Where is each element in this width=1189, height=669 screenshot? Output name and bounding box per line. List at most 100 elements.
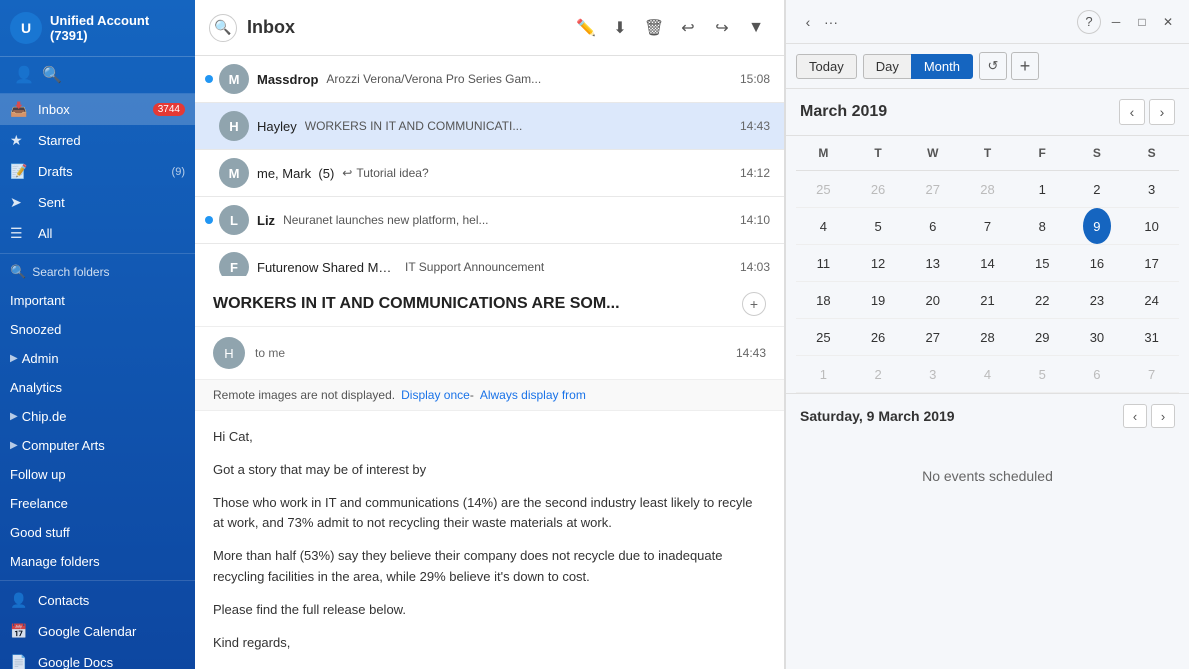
sidebar-item-all[interactable]: ☰ All bbox=[0, 218, 195, 249]
calendar-day[interactable]: 28 bbox=[960, 171, 1015, 207]
calendar-day[interactable]: 27 bbox=[905, 319, 960, 355]
calendar-back-button[interactable]: ‹ bbox=[796, 10, 820, 34]
email-row[interactable]: H Hayley WORKERS IN IT AND COMMUNICATI..… bbox=[195, 103, 784, 150]
sidebar-item-analytics[interactable]: Analytics bbox=[0, 373, 195, 402]
calendar-day[interactable]: 3 bbox=[1124, 171, 1179, 207]
calendar-day[interactable]: 2 bbox=[1070, 171, 1125, 207]
calendar-day[interactable]: 21 bbox=[960, 282, 1015, 318]
calendar-day[interactable]: 19 bbox=[851, 282, 906, 318]
sidebar-item-good-stuff[interactable]: Good stuff bbox=[0, 518, 195, 547]
sidebar-item-admin[interactable]: ▶ Admin bbox=[0, 344, 195, 373]
reply-button[interactable]: ↩ bbox=[674, 14, 702, 42]
calendar-day[interactable]: 17 bbox=[1124, 245, 1179, 281]
next-day-button[interactable]: › bbox=[1151, 404, 1175, 428]
sender-name: Massdrop bbox=[257, 72, 318, 87]
today-button[interactable]: Today bbox=[796, 54, 857, 79]
calendar-day[interactable]: 23 bbox=[1070, 282, 1125, 318]
calendar-day[interactable]: 6 bbox=[1070, 356, 1125, 392]
calendar-day[interactable]: 5 bbox=[1015, 356, 1070, 392]
sidebar-item-inbox[interactable]: 📥 Inbox 3744 bbox=[0, 94, 195, 125]
calendar-day[interactable]: 7 bbox=[960, 208, 1015, 244]
day-button[interactable]: Day bbox=[863, 54, 911, 79]
month-button[interactable]: Month bbox=[911, 54, 973, 79]
sidebar-item-chip-de[interactable]: ▶ Chip.de bbox=[0, 402, 195, 431]
calendar-day[interactable]: 4 bbox=[796, 208, 851, 244]
search-folders-row[interactable]: 🔍 Search folders bbox=[0, 258, 195, 286]
sidebar-item-follow-up[interactable]: Follow up bbox=[0, 460, 195, 489]
calendar-day[interactable]: 24 bbox=[1124, 282, 1179, 318]
next-month-button[interactable]: › bbox=[1149, 99, 1175, 125]
calendar-day[interactable]: 3 bbox=[905, 356, 960, 392]
calendar-day[interactable]: 10 bbox=[1124, 208, 1179, 244]
email-subject: IT Support Announcement bbox=[405, 260, 732, 274]
avatar: F bbox=[219, 252, 249, 276]
calendar-day[interactable]: 12 bbox=[851, 245, 906, 281]
calendar-day[interactable]: 25 bbox=[796, 319, 851, 355]
download-button[interactable]: ⬇ bbox=[606, 14, 634, 42]
email-row[interactable]: L Liz Neuranet launches new platform, he… bbox=[195, 197, 784, 244]
sidebar-item-drafts[interactable]: 📝 Drafts (9) bbox=[0, 156, 195, 187]
email-row[interactable]: F Futurenow Shared Mailbox IT Support An… bbox=[195, 244, 784, 276]
sidebar-item-important[interactable]: Important bbox=[0, 286, 195, 315]
compose-button[interactable]: ✏️ bbox=[572, 14, 600, 42]
calendar-day[interactable]: 27 bbox=[905, 171, 960, 207]
email-row[interactable]: M Massdrop Arozzi Verona/Verona Pro Seri… bbox=[195, 56, 784, 103]
calendar-day[interactable]: 20 bbox=[905, 282, 960, 318]
calendar-day[interactable]: 30 bbox=[1070, 319, 1125, 355]
sidebar-item-google-docs[interactable]: 📄 Google Docs bbox=[0, 647, 195, 669]
calendar-more-button[interactable]: ··· bbox=[824, 14, 838, 30]
calendar-day[interactable]: 25 bbox=[796, 171, 851, 207]
sidebar-item-label: Computer Arts bbox=[22, 438, 185, 453]
more-button[interactable]: ▼ bbox=[742, 14, 770, 42]
always-display-link[interactable]: Always display from bbox=[480, 388, 586, 402]
add-tag-button[interactable]: + bbox=[742, 292, 766, 316]
calendar-day[interactable]: 1 bbox=[1015, 171, 1070, 207]
calendar-day[interactable]: 1 bbox=[796, 356, 851, 392]
maximize-button[interactable]: □ bbox=[1131, 11, 1153, 33]
calendar-day[interactable]: 4 bbox=[960, 356, 1015, 392]
calendar-day[interactable]: 22 bbox=[1015, 282, 1070, 318]
calendar-day[interactable]: 6 bbox=[905, 208, 960, 244]
calendar-day[interactable]: 7 bbox=[1124, 356, 1179, 392]
calendar-day[interactable]: 16 bbox=[1070, 245, 1125, 281]
sidebar-item-sent[interactable]: ➤ Sent bbox=[0, 187, 195, 218]
delete-button[interactable]: 🗑 bbox=[640, 14, 668, 42]
sidebar-item-contacts[interactable]: 👤 Contacts bbox=[0, 585, 195, 616]
sidebar-item-computer-arts[interactable]: ▶ Computer Arts bbox=[0, 431, 195, 460]
email-row[interactable]: M me, Mark (5) ↩ Tutorial idea? 14:12 bbox=[195, 150, 784, 197]
contacts-icon[interactable]: 🔍 bbox=[38, 61, 66, 89]
calendar-day[interactable]: 13 bbox=[905, 245, 960, 281]
add-event-button[interactable]: + bbox=[1011, 52, 1039, 80]
minimize-button[interactable]: ─ bbox=[1105, 11, 1127, 33]
nav-divider bbox=[0, 253, 195, 254]
sidebar-item-freelance[interactable]: Freelance bbox=[0, 489, 195, 518]
forward-button[interactable]: ↪ bbox=[708, 14, 736, 42]
calendar-day[interactable]: 28 bbox=[960, 319, 1015, 355]
refresh-button[interactable]: ↺ bbox=[979, 52, 1007, 80]
sidebar-item-google-calendar[interactable]: 📅 Google Calendar bbox=[0, 616, 195, 647]
display-once-link[interactable]: Display once bbox=[401, 388, 470, 402]
calendar-day[interactable]: 26 bbox=[851, 171, 906, 207]
sidebar-item-starred[interactable]: ★ Starred bbox=[0, 125, 195, 156]
dow-s2: S bbox=[1124, 142, 1179, 164]
calendar-day-today[interactable]: 9 bbox=[1083, 208, 1111, 244]
calendar-day[interactable]: 8 bbox=[1015, 208, 1070, 244]
calendar-day[interactable]: 14 bbox=[960, 245, 1015, 281]
calendar-day[interactable]: 29 bbox=[1015, 319, 1070, 355]
close-button[interactable]: ✕ bbox=[1157, 11, 1179, 33]
sidebar-item-manage-folders[interactable]: Manage folders bbox=[0, 547, 195, 576]
sidebar-item-snoozed[interactable]: Snoozed bbox=[0, 315, 195, 344]
prev-month-button[interactable]: ‹ bbox=[1119, 99, 1145, 125]
calendar-day[interactable]: 11 bbox=[796, 245, 851, 281]
calendar-day[interactable]: 15 bbox=[1015, 245, 1070, 281]
person-icon[interactable]: 👤 bbox=[10, 61, 38, 89]
calendar-day[interactable]: 26 bbox=[851, 319, 906, 355]
prev-day-button[interactable]: ‹ bbox=[1123, 404, 1147, 428]
calendar-day[interactable]: 18 bbox=[796, 282, 851, 318]
calendar-day[interactable]: 31 bbox=[1124, 319, 1179, 355]
calendar-day[interactable]: 5 bbox=[851, 208, 906, 244]
search-button[interactable]: 🔍 bbox=[209, 14, 237, 42]
avatar: M bbox=[219, 64, 249, 94]
calendar-day[interactable]: 2 bbox=[851, 356, 906, 392]
help-button[interactable]: ? bbox=[1077, 10, 1101, 34]
